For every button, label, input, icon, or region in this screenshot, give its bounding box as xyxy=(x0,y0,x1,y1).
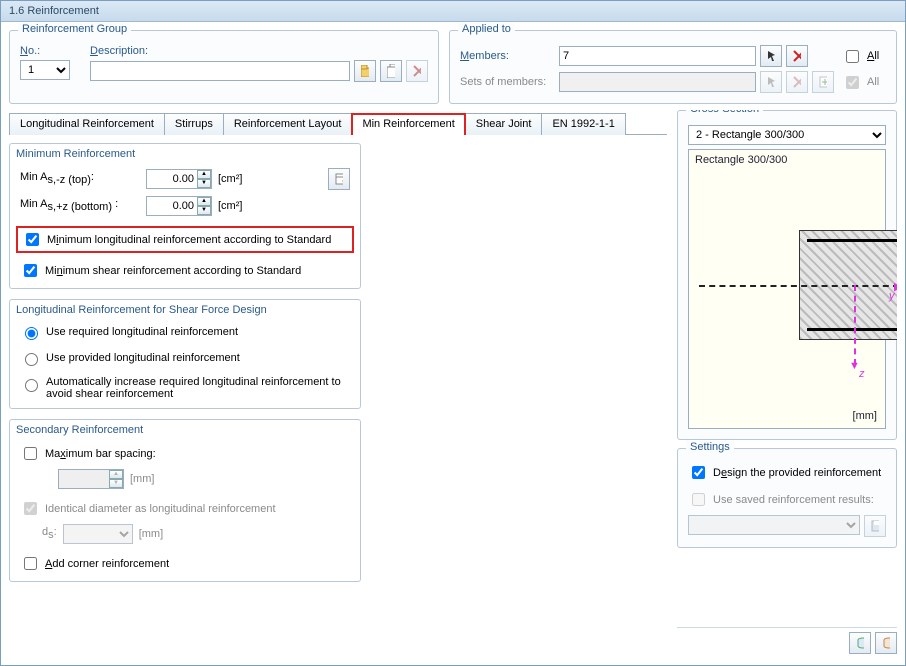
unit-cm2: [cm²] xyxy=(218,200,242,212)
no-label: No.: xyxy=(20,45,70,57)
cross-section-group: Cross-Section 2 - Rectangle 300/300 Rect… xyxy=(677,110,897,440)
delete-sets-icon xyxy=(786,71,808,93)
pick-icon[interactable] xyxy=(760,45,782,67)
description-input[interactable] xyxy=(90,61,350,81)
tab-min-reinforcement[interactable]: Min Reinforcement xyxy=(351,113,465,135)
min-a-top-label: Min As,-z (top): xyxy=(20,171,140,186)
sets-input xyxy=(559,72,756,92)
cross-section-preview: Rectangle 300/300 ▶ y ▼ z [mm] xyxy=(688,149,886,429)
settings-group: Settings Design the provided reinforceme… xyxy=(677,448,897,548)
top-bar xyxy=(807,239,897,242)
group-title: Settings xyxy=(686,441,734,453)
secondary-section: Secondary Reinforcement Maximum bar spac… xyxy=(9,419,361,582)
group-title: Reinforcement Group xyxy=(18,23,131,35)
saved-checkbox: Use saved reinforcement results: xyxy=(688,490,886,509)
min-a-bot-input[interactable]: ▲▼ xyxy=(146,196,212,216)
ds-select xyxy=(63,524,133,544)
unit-cm2: [cm²] xyxy=(218,173,242,185)
applied-to-group: Applied to Members: All Sets of members:… xyxy=(449,30,897,104)
no-select[interactable]: 1 xyxy=(20,60,70,80)
description-label: Description: xyxy=(90,45,428,57)
tab-longitudinal[interactable]: Longitudinal Reinforcement xyxy=(9,113,165,135)
min-a-bot-label: Min As,+z (bottom) : xyxy=(20,198,140,213)
delete-icon xyxy=(406,60,428,82)
all-members-checkbox[interactable]: All xyxy=(842,47,886,66)
radio-auto[interactable]: Automatically increase required longitud… xyxy=(20,376,350,400)
footer-buttons xyxy=(677,627,897,654)
folder-icon[interactable] xyxy=(354,60,376,82)
max-spacing-checkbox[interactable]: Maximum bar spacing: xyxy=(20,444,350,463)
max-spacing-input: ▲▼ xyxy=(58,469,124,489)
identical-dia-checkbox: Identical diameter as longitudinal reinf… xyxy=(20,499,350,518)
z-label: z xyxy=(859,368,865,380)
section-title: Minimum Reinforcement xyxy=(16,148,354,160)
unit-mm: [mm] xyxy=(139,528,163,540)
tab-bar: Longitudinal Reinforcement Stirrups Rein… xyxy=(9,112,667,135)
members-label: Members: xyxy=(460,50,555,62)
db2-icon[interactable] xyxy=(875,632,897,654)
preview-unit: [mm] xyxy=(853,410,877,422)
unit-mm: [mm] xyxy=(130,473,154,485)
cross-section-select[interactable]: 2 - Rectangle 300/300 xyxy=(688,125,886,145)
tab-en1992[interactable]: EN 1992-1-1 xyxy=(541,113,625,135)
dialog-title: 1.6 Reinforcement xyxy=(1,1,905,22)
db1-icon[interactable] xyxy=(849,632,871,654)
pick-sets-icon xyxy=(760,71,782,93)
sets-label: Sets of members: xyxy=(460,76,555,88)
group-title: Applied to xyxy=(458,23,515,35)
reinforcement-group: Reinforcement Group No.: 1 Description: xyxy=(9,30,439,104)
min-a-top-input[interactable]: ▲▼ xyxy=(146,169,212,189)
long-for-shear-section: Longitudinal Reinforcement for Shear For… xyxy=(9,299,361,409)
add-corner-checkbox[interactable]: Add corner reinforcement xyxy=(20,554,350,573)
preview-label: Rectangle 300/300 xyxy=(695,154,787,166)
section-title: Longitudinal Reinforcement for Shear For… xyxy=(16,304,354,316)
library-icon[interactable] xyxy=(328,168,350,190)
saved-select xyxy=(688,515,860,535)
radio-required[interactable]: Use required longitudinal reinforcement xyxy=(20,324,350,340)
copy-icon[interactable] xyxy=(380,60,402,82)
section-title: Secondary Reinforcement xyxy=(16,424,354,436)
save-icon xyxy=(864,515,886,537)
delete-members-icon[interactable] xyxy=(786,45,808,67)
tab-stirrups[interactable]: Stirrups xyxy=(164,113,224,135)
z-axis xyxy=(854,285,856,365)
tab-shear-joint[interactable]: Shear Joint xyxy=(465,113,543,135)
min-long-std-checkbox[interactable]: Minimum longitudinal reinforcement accor… xyxy=(22,230,348,249)
group-title: Cross-Section xyxy=(686,110,763,115)
design-checkbox[interactable]: Design the provided reinforcement xyxy=(688,463,886,482)
members-input[interactable] xyxy=(559,46,756,66)
tab-layout[interactable]: Reinforcement Layout xyxy=(223,113,353,135)
all-sets-checkbox: All xyxy=(842,73,886,92)
y-label: y xyxy=(889,290,895,302)
new-set-icon xyxy=(812,71,834,93)
y-axis xyxy=(699,285,897,287)
min-reinforcement-section: Minimum Reinforcement Min As,-z (top): ▲… xyxy=(9,143,361,289)
bottom-bar xyxy=(807,328,897,331)
min-shear-std-checkbox[interactable]: Minimum shear reinforcement according to… xyxy=(20,261,350,280)
radio-provided[interactable]: Use provided longitudinal reinforcement xyxy=(20,350,350,366)
